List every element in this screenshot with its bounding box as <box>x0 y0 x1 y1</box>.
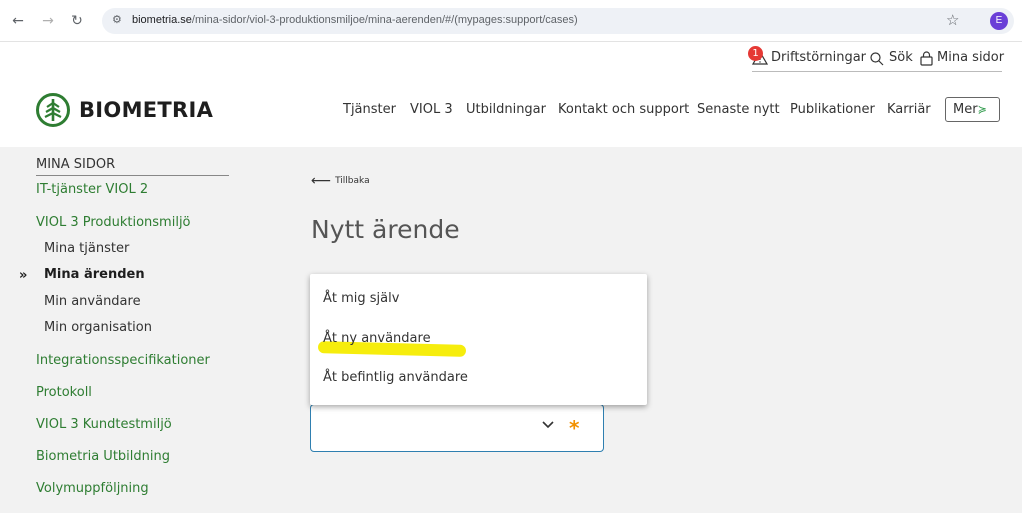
profile-avatar[interactable]: E <box>990 12 1008 30</box>
lock-icon <box>920 51 933 66</box>
address-bar[interactable]: ⚙ biometria.se/mina-sidor/viol-3-produkt… <box>102 8 1014 34</box>
nav-senaste-nytt[interactable]: Senaste nytt <box>697 102 780 117</box>
option-at-ny-anvandare[interactable]: Åt ny användare <box>323 331 431 346</box>
sidebar-heading: MINA SIDOR <box>36 157 116 172</box>
chevron-down-icon[interactable] <box>541 418 555 432</box>
search-icon[interactable] <box>870 52 884 66</box>
logo-text[interactable]: BIOMETRIA <box>79 98 213 122</box>
sidebar-item-min-anvandare[interactable]: Min användare <box>44 294 141 309</box>
nav-karriar[interactable]: Karriär <box>887 102 931 117</box>
nav-tjanster[interactable]: Tjänster <box>343 102 396 117</box>
page-title: Nytt ärende <box>311 215 460 244</box>
back-link[interactable]: ⟵ Tillbaka <box>311 173 370 189</box>
back-label: Tillbaka <box>335 176 370 186</box>
forward-arrow-icon[interactable]: → <box>38 11 58 31</box>
biometria-logo-icon[interactable] <box>36 93 70 127</box>
url-path: /mina-sidor/viol-3-produktionsmiljoe/min… <box>191 14 578 26</box>
sidebar-divider <box>36 175 229 176</box>
notification-badge: 1 <box>748 46 763 61</box>
sidebar-item-volymuppfoljning[interactable]: Volymuppföljning <box>36 481 149 496</box>
back-arrow-icon[interactable]: ← <box>8 11 28 31</box>
sidebar-item-protokoll[interactable]: Protokoll <box>36 385 92 400</box>
reload-icon[interactable]: ↻ <box>67 11 87 31</box>
sidebar-item-min-organisation[interactable]: Min organisation <box>44 320 152 335</box>
option-at-mig-sjalv[interactable]: Åt mig själv <box>323 291 399 306</box>
nav-utbildningar[interactable]: Utbildningar <box>466 102 546 117</box>
sidebar-item-it-tjanster[interactable]: IT-tjänster VIOL 2 <box>36 182 148 197</box>
site-settings-icon[interactable]: ⚙ <box>112 13 122 26</box>
sidebar-item-biometria-utbildning[interactable]: Biometria Utbildning <box>36 449 170 464</box>
nav-kontakt-support[interactable]: Kontakt och support <box>558 102 689 117</box>
option-at-befintlig-anvandare[interactable]: Åt befintlig användare <box>323 370 468 385</box>
recipient-select[interactable] <box>310 404 604 452</box>
left-arrow-icon: ⟵ <box>311 173 332 189</box>
sidebar-item-viol3-produktion[interactable]: VIOL 3 Produktionsmiljö <box>36 215 191 230</box>
sidebar-item-mina-tjanster[interactable]: Mina tjänster <box>44 241 129 256</box>
more-label: Mer <box>953 102 978 117</box>
url-domain: biometria.se <box>132 14 192 26</box>
nav-viol3[interactable]: VIOL 3 <box>410 102 453 117</box>
browser-toolbar: ← → ↻ ⚙ biometria.se/mina-sidor/viol-3-p… <box>0 0 1022 42</box>
search-link[interactable]: Sök <box>889 50 913 65</box>
required-asterisk: * <box>569 416 580 440</box>
sidebar-item-viol3-kundtest[interactable]: VIOL 3 Kundtestmiljö <box>36 417 172 432</box>
sidebar-item-mina-arenden[interactable]: Mina ärenden <box>44 267 145 282</box>
nav-publikationer[interactable]: Publikationer <box>790 102 875 117</box>
utility-divider <box>752 71 1002 72</box>
sidebar-item-integrationsspecifikationer[interactable]: Integrationsspecifikationer <box>36 353 210 368</box>
more-menu-button[interactable]: Mer≽ <box>945 97 1000 122</box>
bookmark-star-icon[interactable]: ☆ <box>946 11 959 29</box>
disruptions-link[interactable]: Driftstörningar <box>771 50 866 65</box>
active-double-chevron-icon: » <box>19 268 28 283</box>
my-pages-link[interactable]: Mina sidor <box>937 50 1004 65</box>
double-chevron-down-icon: ≽ <box>977 103 987 116</box>
